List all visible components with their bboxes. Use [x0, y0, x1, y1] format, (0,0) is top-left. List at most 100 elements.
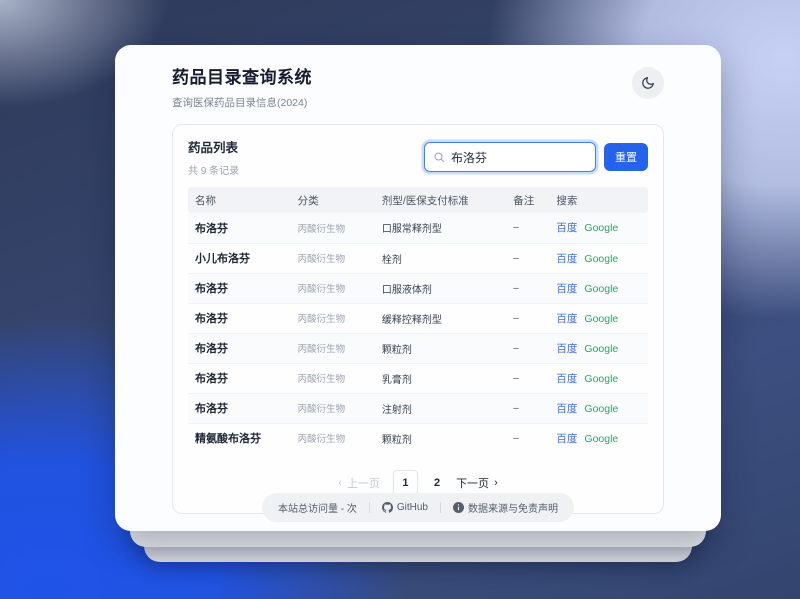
page-title: 药品目录查询系统 — [172, 63, 312, 88]
drug-list-panel: 药品列表 共 9 条记录 重置 — [172, 124, 664, 514]
google-search-link[interactable]: Google — [584, 313, 618, 325]
cell-search-links: 百度 Google — [549, 423, 648, 453]
cell-note: – — [506, 363, 549, 393]
chevron-left-icon: ‹ — [338, 477, 342, 489]
cell-search-links: 百度 Google — [549, 363, 648, 393]
cell-note: – — [506, 243, 549, 273]
panel-header: 药品列表 共 9 条记录 重置 — [188, 133, 648, 187]
visit-counter: 本站总访问量 - 次 — [278, 500, 357, 515]
cell-note: – — [506, 213, 549, 243]
next-page-button[interactable]: 下一页 › — [456, 475, 498, 491]
google-search-link[interactable]: Google — [584, 343, 618, 355]
cell-category: 丙酸衍生物 — [291, 303, 375, 333]
baidu-search-link[interactable]: 百度 — [556, 343, 577, 355]
cell-category: 丙酸衍生物 — [291, 363, 375, 393]
table-row: 布洛芬丙酸衍生物颗粒剂–百度 Google — [188, 333, 648, 363]
disclaimer-link[interactable]: 数据来源与免责声明 — [453, 500, 558, 515]
column-header-3: 备注 — [506, 187, 549, 213]
column-header-1: 分类 — [291, 187, 375, 213]
card-footer: 本站总访问量 - 次 GitHub 数据来源与免责声明 — [115, 493, 721, 522]
baidu-search-link[interactable]: 百度 — [556, 433, 577, 445]
cell-drug-name: 布洛芬 — [188, 303, 291, 333]
cell-dosage-form: 缓释控释剂型 — [375, 303, 506, 333]
drug-table: 名称分类剂型/医保支付标准备注搜索 布洛芬丙酸衍生物口服常释剂型–百度Googl… — [188, 187, 648, 453]
github-link[interactable]: GitHub — [382, 502, 428, 513]
cell-search-links: 百度 Google — [549, 273, 648, 303]
table-body: 布洛芬丙酸衍生物口服常释剂型–百度Google小儿布洛芬丙酸衍生物栓剂–百度Go… — [188, 213, 648, 453]
footer-pill: 本站总访问量 - 次 GitHub 数据来源与免责声明 — [262, 493, 574, 522]
google-search-link[interactable]: Google — [584, 373, 618, 385]
cell-search-links: 百度 Google — [549, 333, 648, 363]
cell-drug-name: 布洛芬 — [188, 213, 291, 243]
card-header: 药品目录查询系统 查询医保药品目录信息(2024) — [172, 63, 664, 110]
table-row: 布洛芬丙酸衍生物乳膏剂–百度 Google — [188, 363, 648, 393]
footer-divider — [440, 502, 441, 513]
moon-icon — [641, 76, 655, 90]
pagination: ‹ 上一页 1 2 下一页 › — [188, 470, 648, 495]
cell-drug-name: 布洛芬 — [188, 273, 291, 303]
table-row: 精氨酸布洛芬丙酸衍生物颗粒剂–百度 Google — [188, 423, 648, 453]
google-search-link[interactable]: Google — [584, 403, 618, 415]
baidu-search-link[interactable]: 百度 — [556, 222, 577, 234]
search-input-wrapper — [424, 142, 596, 172]
cell-drug-name: 布洛芬 — [188, 333, 291, 363]
baidu-search-link[interactable]: 百度 — [556, 373, 577, 385]
search-input[interactable] — [451, 150, 581, 164]
page-subtitle: 查询医保药品目录信息(2024) — [172, 95, 312, 110]
info-icon — [453, 502, 464, 513]
cell-dosage-form: 注射剂 — [375, 393, 506, 423]
cell-search-links: 百度 Google — [549, 303, 648, 333]
baidu-search-link[interactable]: 百度 — [556, 313, 577, 325]
cell-note: – — [506, 423, 549, 453]
cell-search-links: 百度 Google — [549, 243, 648, 273]
cell-category: 丙酸衍生物 — [291, 273, 375, 303]
cell-dosage-form: 口服常释剂型 — [375, 213, 506, 243]
table-row: 布洛芬丙酸衍生物口服常释剂型–百度 Google — [188, 213, 648, 243]
baidu-search-link[interactable]: 百度 — [556, 283, 577, 295]
cell-note: – — [506, 333, 549, 363]
google-search-link[interactable]: Google — [584, 283, 618, 295]
cell-drug-name: 小儿布洛芬 — [188, 243, 291, 273]
background: 药品目录查询系统 查询医保药品目录信息(2024) 药品列表 共 9 条记录 — [0, 0, 800, 599]
chevron-right-icon: › — [494, 477, 498, 489]
column-header-0: 名称 — [188, 187, 291, 213]
cell-search-links: 百度 Google — [549, 393, 648, 423]
cell-category: 丙酸衍生物 — [291, 423, 375, 453]
cell-dosage-form: 颗粒剂 — [375, 423, 506, 453]
cell-category: 丙酸衍生物 — [291, 393, 375, 423]
theme-toggle-button[interactable] — [632, 67, 664, 99]
cell-search-links: 百度 Google — [549, 213, 648, 243]
table-row: 布洛芬丙酸衍生物口服液体剂–百度 Google — [188, 273, 648, 303]
cell-note: – — [506, 273, 549, 303]
table-row: 布洛芬丙酸衍生物缓释控释剂型–百度 Google — [188, 303, 648, 333]
page-1-button[interactable]: 1 — [393, 470, 418, 495]
github-icon — [382, 502, 393, 513]
cell-drug-name: 布洛芬 — [188, 363, 291, 393]
cell-note: – — [506, 393, 549, 423]
reset-button[interactable]: 重置 — [604, 143, 648, 171]
cell-dosage-form: 乳膏剂 — [375, 363, 506, 393]
google-search-link[interactable]: Google — [584, 222, 618, 234]
record-count: 共 9 条记录 — [188, 162, 239, 177]
cell-dosage-form: 口服液体剂 — [375, 273, 506, 303]
table-header-row: 名称分类剂型/医保支付标准备注搜索 — [188, 187, 648, 213]
baidu-search-link[interactable]: 百度 — [556, 403, 577, 415]
table-row: 布洛芬丙酸衍生物注射剂–百度 Google — [188, 393, 648, 423]
cell-category: 丙酸衍生物 — [291, 213, 375, 243]
cell-dosage-form: 颗粒剂 — [375, 333, 506, 363]
footer-divider — [369, 502, 370, 513]
column-header-2: 剂型/医保支付标准 — [375, 187, 506, 213]
baidu-search-link[interactable]: 百度 — [556, 253, 577, 265]
google-search-link[interactable]: Google — [584, 253, 618, 265]
cell-category: 丙酸衍生物 — [291, 333, 375, 363]
cell-dosage-form: 栓剂 — [375, 243, 506, 273]
column-header-4: 搜索 — [549, 187, 648, 213]
cell-note: – — [506, 303, 549, 333]
google-search-link[interactable]: Google — [584, 433, 618, 445]
page-2-button[interactable]: 2 — [431, 477, 443, 489]
main-card: 药品目录查询系统 查询医保药品目录信息(2024) 药品列表 共 9 条记录 — [115, 45, 721, 531]
cell-drug-name: 布洛芬 — [188, 393, 291, 423]
cell-drug-name: 精氨酸布洛芬 — [188, 423, 291, 453]
cell-category: 丙酸衍生物 — [291, 243, 375, 273]
prev-page-button[interactable]: ‹ 上一页 — [338, 475, 380, 491]
